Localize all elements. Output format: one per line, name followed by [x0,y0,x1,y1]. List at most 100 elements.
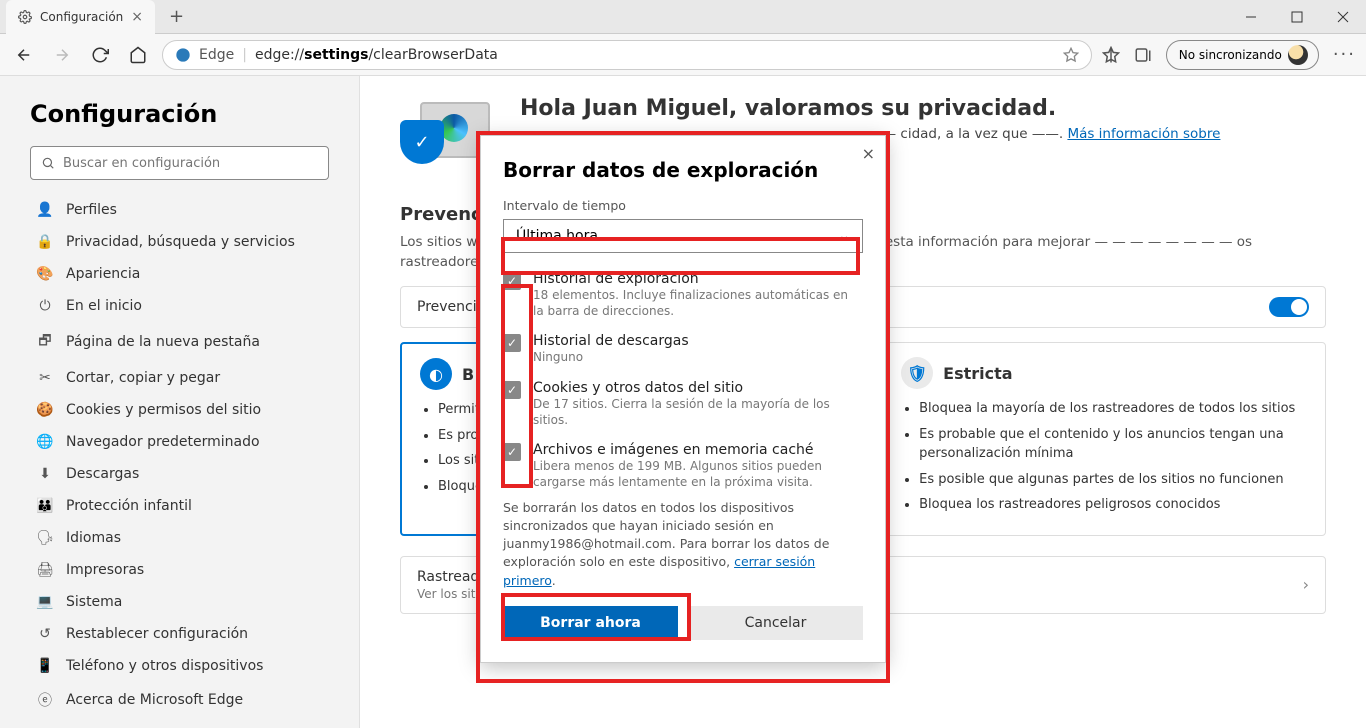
dialog-sync-note: Se borrarán los datos en todos los dispo… [503,499,863,590]
time-range-label: Intervalo de tiempo [503,198,863,213]
nav-item-label: Navegador predeterminado [66,434,260,450]
nav-item-icon: 🗗 [36,330,54,354]
nav-item-icon: 👪 [36,498,54,514]
cancel-button[interactable]: Cancelar [688,606,863,640]
shield-icon: ✓ [400,120,444,164]
clear-data-option[interactable]: ✓ Historial de exploración18 elementos. I… [503,271,855,319]
nav-item-icon: 💻 [36,594,54,610]
clear-data-option[interactable]: ✓Historial de descargasNinguno [503,333,855,365]
option-description: De 17 sitios. Cierra la sesión de la may… [533,396,855,428]
sync-label: No sincronizando [1179,48,1282,62]
nav-item-icon: 👤 [36,202,54,218]
back-button[interactable] [10,41,38,69]
sync-status-button[interactable]: No sincronizando [1166,40,1319,70]
gear-icon [18,10,32,24]
checkbox-checked-icon[interactable]: ✓ [503,272,521,290]
chevron-down-icon: ⌄ [838,228,850,244]
sidebar-item[interactable]: 🖨 Impresoras [30,554,329,586]
nav-item-icon: ⬇ [36,466,54,482]
nav-item-label: Página de la nueva pestaña [66,334,260,350]
sidebar-item[interactable]: 🔒 Privacidad, búsqueda y servicios [30,226,329,258]
nav-item-label: Impresoras [66,562,144,578]
profile-avatar-icon [1288,45,1308,65]
nav-item-icon: ✂ [36,370,54,386]
sidebar-item[interactable]: ↺Restablecer configuración [30,618,329,650]
sidebar-item[interactable]: 🌐 Navegador predeterminado [30,426,329,458]
nav-item-label: Sistema [66,594,122,610]
clear-data-option[interactable]: ✓Archivos e imágenes en memoria cachéLib… [503,442,855,490]
hero-learn-more-link[interactable]: Más información sobre [1067,126,1220,142]
option-description: 18 elementos. Incluye finalizaciones aut… [533,287,855,319]
nav-item-icon: 🍪 [36,402,54,418]
sidebar-item[interactable]: 💻 Sistema [30,586,329,618]
option-title: Cookies y otros datos del sitio [533,380,855,396]
nav-item-label: Cookies y permisos del sitio [66,402,261,418]
sidebar-item[interactable]: 📱Teléfono y otros dispositivos [30,650,329,682]
card-bullet: Es posible que algunas partes de los sit… [919,470,1307,490]
window-close-button[interactable] [1320,0,1366,34]
nav-item-label: En el inicio [66,298,142,314]
nav-item-icon: ⏻ [36,298,54,314]
nav-item-icon: 🌐 [36,434,54,450]
shield-outline-icon: 🛡 [901,357,933,389]
checkbox-checked-icon[interactable]: ✓ [503,381,521,399]
browser-toolbar: Edge | edge://settings/clearBrowserData … [0,34,1366,76]
nav-item-label: Protección infantil [66,498,192,514]
time-range-dropdown[interactable]: Última hora ⌄ [503,219,863,253]
dialog-close-button[interactable]: × [862,144,875,163]
clear-data-option[interactable]: ✓ Cookies y otros datos del sitioDe 17 si… [503,380,855,428]
card-strict-title: Estricta [943,364,1012,383]
address-bar[interactable]: Edge | edge://settings/clearBrowserData [162,40,1092,70]
browser-tab[interactable]: Configuración × [6,0,155,34]
nav-item-icon: 🗣 [36,530,54,546]
browser-label: Edge [199,47,234,63]
checkbox-checked-icon[interactable]: ✓ [503,443,521,461]
nav-item-icon: ↺ [36,626,54,642]
tracking-prevention-toggle[interactable] [1269,297,1309,317]
checkbox-checked-icon[interactable]: ✓ [503,334,521,352]
hero-title: Hola Juan Miguel, valoramos su privacida… [520,96,1220,121]
nav-item-label: Privacidad, búsqueda y servicios [66,234,295,250]
card-bullet: Bloquea los rastreadores peligrosos cono… [919,495,1307,515]
sidebar-item[interactable]: ✂ Cortar, copiar y pegar [30,362,329,394]
sidebar-item[interactable]: 👪 Protección infantil [30,490,329,522]
sidebar-item[interactable]: ⬇Descargas [30,458,329,490]
dialog-title: Borrar datos de exploración [503,158,863,182]
option-title: Archivos e imágenes en memoria caché [533,442,855,458]
clear-browsing-data-dialog: × Borrar datos de exploración Intervalo … [480,135,886,663]
clear-now-button[interactable]: Borrar ahora [503,606,678,640]
refresh-button[interactable] [86,41,114,69]
more-icon[interactable]: ··· [1333,44,1356,65]
settings-search[interactable] [30,146,329,180]
sidebar-item[interactable]: 🗣 Idiomas [30,522,329,554]
option-title: Historial de exploración [533,271,855,287]
search-input[interactable] [63,156,318,171]
chevron-right-icon: › [1303,575,1309,594]
sidebar-item[interactable]: 🗗 Página de la nueva pestaña [30,322,329,362]
card-bullet: Bloquea la mayoría de los rastreadores d… [919,399,1307,419]
tab-close-icon[interactable]: × [131,9,143,25]
window-minimize-button[interactable] [1228,0,1274,34]
window-maximize-button[interactable] [1274,0,1320,34]
nav-item-icon: 📱 [36,658,54,674]
forward-button[interactable] [48,41,76,69]
edge-icon [175,47,191,63]
collections-icon[interactable] [1134,46,1152,64]
home-button[interactable] [124,41,152,69]
prevention-card-strict[interactable]: 🛡 Estricta Bloquea la mayoría de los ras… [882,342,1326,536]
nav-item-label: Acerca de Microsoft Edge [66,692,243,708]
new-tab-button[interactable]: + [163,6,190,27]
sidebar-item[interactable]: 👤 Perfiles [30,194,329,226]
favorite-star-icon[interactable] [1063,47,1079,63]
sidebar-item[interactable]: ⏻ En el inicio [30,290,329,322]
favorites-icon[interactable] [1102,46,1120,64]
nav-item-label: Perfiles [66,202,117,218]
nav-item-label: Cortar, copiar y pegar [66,370,220,386]
nav-item-label: Idiomas [66,530,121,546]
balance-icon: ◐ [420,358,452,390]
sidebar-item[interactable]: 🍪 Cookies y permisos del sitio [30,394,329,426]
sidebar-item[interactable]: 🎨Apariencia [30,258,329,290]
nav-item-icon: 🔒 [36,234,54,250]
nav-item-icon: 🖨 [36,562,54,578]
sidebar-item[interactable]: ⓔAcerca de Microsoft Edge [30,682,329,718]
